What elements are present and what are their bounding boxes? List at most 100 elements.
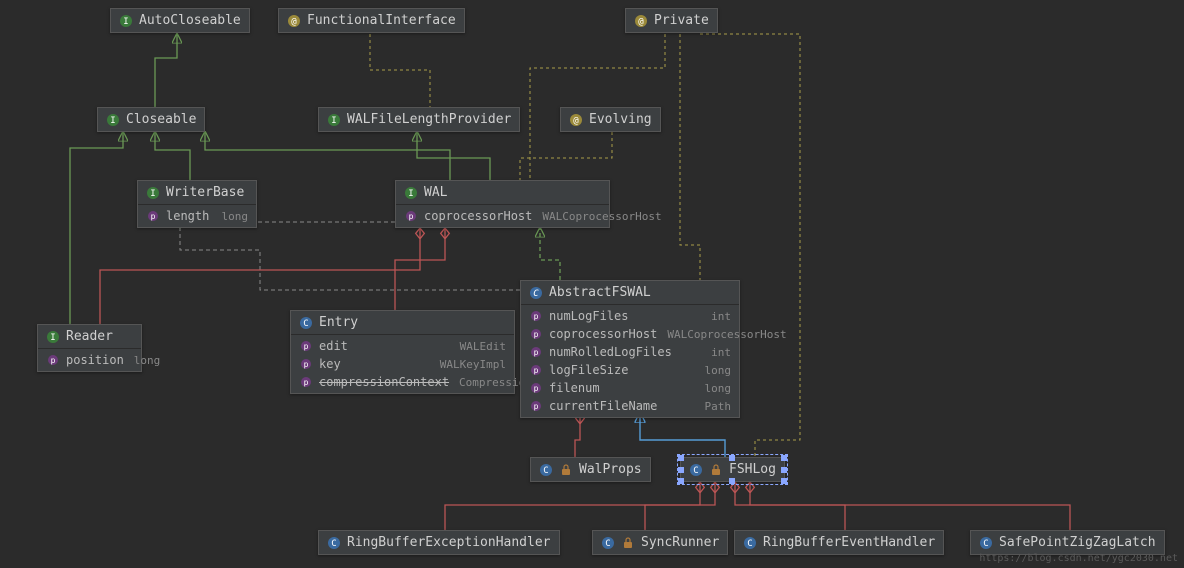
attr-name: position (66, 353, 124, 367)
attr-name: edit (319, 339, 348, 353)
svg-text:C: C (693, 466, 698, 476)
node-walfilelengthprovider[interactable]: I WALFileLengthProvider (318, 107, 520, 132)
selection-handle[interactable] (729, 455, 735, 461)
lock-icon (621, 536, 635, 550)
property-icon: p (529, 309, 543, 323)
property-icon: p (529, 381, 543, 395)
node-abstractfswal[interactable]: C AbstractFSWAL pnumLogFilesint pcoproce… (520, 280, 740, 418)
attr-row: pcompressionContext CompressionContext (291, 373, 514, 391)
svg-text:C: C (331, 539, 336, 549)
property-icon: p (299, 375, 313, 389)
selection-handle[interactable] (678, 467, 684, 473)
annotation-icon: @ (569, 113, 583, 127)
svg-text:p: p (304, 378, 309, 387)
node-ringbuffereventhandler[interactable]: C RingBufferEventHandler (734, 530, 944, 555)
svg-text:I: I (123, 17, 128, 27)
attr-row: plogFileSizelong (521, 361, 739, 379)
attr-name: numLogFiles (549, 309, 628, 323)
attr-name: filenum (549, 381, 600, 395)
node-functionalinterface[interactable]: @ FunctionalInterface (278, 8, 465, 33)
interface-icon: I (327, 113, 341, 127)
node-title: WriterBase (166, 185, 244, 200)
interface-icon: I (106, 113, 120, 127)
svg-text:p: p (409, 212, 414, 221)
node-title: Entry (319, 315, 358, 330)
node-autocloseable[interactable]: I AutoCloseable (110, 8, 250, 33)
abstract-class-icon: C (529, 286, 543, 300)
property-icon: p (404, 209, 418, 223)
class-icon: C (327, 536, 341, 550)
attr-type: int (711, 310, 731, 323)
node-ringbufferexceptionhandler[interactable]: C RingBufferExceptionHandler (318, 530, 560, 555)
node-evolving[interactable]: @ Evolving (560, 107, 661, 132)
svg-text:@: @ (638, 17, 644, 27)
svg-text:p: p (304, 360, 309, 369)
attr-row: pfilenumlong (521, 379, 739, 397)
attr-row: pcoprocessorHostWALCoprocessorHost (521, 325, 739, 343)
selection-handle[interactable] (781, 455, 787, 461)
class-icon: C (743, 536, 757, 550)
node-safepointzigzaglatch[interactable]: C SafePointZigZagLatch (970, 530, 1165, 555)
selection-handle[interactable] (781, 467, 787, 473)
svg-text:p: p (51, 356, 56, 365)
svg-text:p: p (534, 384, 539, 393)
interface-icon: I (404, 186, 418, 200)
attr-type: long (222, 210, 249, 223)
attr-row: pedit WALEdit (291, 337, 514, 355)
node-closeable[interactable]: I Closeable (97, 107, 205, 132)
node-syncrunner[interactable]: C SyncRunner (592, 530, 728, 555)
svg-text:I: I (408, 189, 413, 199)
selection-handle[interactable] (729, 478, 735, 484)
property-icon: p (46, 353, 60, 367)
interface-icon: I (46, 330, 60, 344)
property-icon: p (299, 339, 313, 353)
attr-type: WALCoprocessorHost (667, 328, 786, 341)
lock-icon (709, 463, 723, 477)
attr-type: long (134, 354, 161, 367)
attr-row: p length long (138, 207, 256, 225)
node-title: AutoCloseable (139, 13, 241, 28)
class-icon: C (299, 316, 313, 330)
node-title: WalProps (579, 462, 642, 477)
svg-text:C: C (533, 289, 539, 299)
property-icon: p (299, 357, 313, 371)
node-title: Closeable (126, 112, 196, 127)
attr-name: numRolledLogFiles (549, 345, 672, 359)
node-title: SafePointZigZagLatch (999, 535, 1156, 550)
node-reader[interactable]: I Reader p position long (37, 324, 142, 372)
svg-text:p: p (151, 212, 156, 221)
svg-text:C: C (983, 539, 988, 549)
node-fshlog[interactable]: C FSHLog (680, 457, 785, 482)
attr-type: Path (705, 400, 732, 413)
node-walprops[interactable]: C WalProps (530, 457, 651, 482)
node-title: Private (654, 13, 709, 28)
watermark: https://blog.csdn.net/ygc2030.net (979, 553, 1178, 564)
property-icon: p (529, 345, 543, 359)
selection-handle[interactable] (678, 455, 684, 461)
node-title: FSHLog (729, 462, 776, 477)
svg-text:C: C (303, 319, 308, 329)
svg-text:p: p (534, 312, 539, 321)
attr-type: WALEdit (460, 340, 506, 353)
node-title: SyncRunner (641, 535, 719, 550)
node-writerbase[interactable]: I WriterBase p length long (137, 180, 257, 228)
svg-text:I: I (110, 116, 115, 126)
attr-name: compressionContext (319, 375, 449, 389)
svg-text:@: @ (573, 116, 579, 126)
selection-handle[interactable] (781, 478, 787, 484)
attr-name: coprocessorHost (424, 209, 532, 223)
node-wal[interactable]: I WAL p coprocessorHost WALCoprocessorHo… (395, 180, 610, 228)
selection-handle[interactable] (678, 478, 684, 484)
attr-name: length (166, 209, 209, 223)
svg-text:p: p (534, 402, 539, 411)
attr-type: WALCoprocessorHost (542, 210, 661, 223)
attr-name: key (319, 357, 341, 371)
node-entry[interactable]: C Entry pedit WALEdit pkey WALKeyImpl pc… (290, 310, 515, 394)
property-icon: p (529, 327, 543, 341)
attr-name: coprocessorHost (549, 327, 657, 341)
svg-text:C: C (543, 466, 548, 476)
interface-icon: I (146, 186, 160, 200)
node-private[interactable]: @ Private (625, 8, 718, 33)
svg-text:C: C (747, 539, 752, 549)
lock-icon (559, 463, 573, 477)
